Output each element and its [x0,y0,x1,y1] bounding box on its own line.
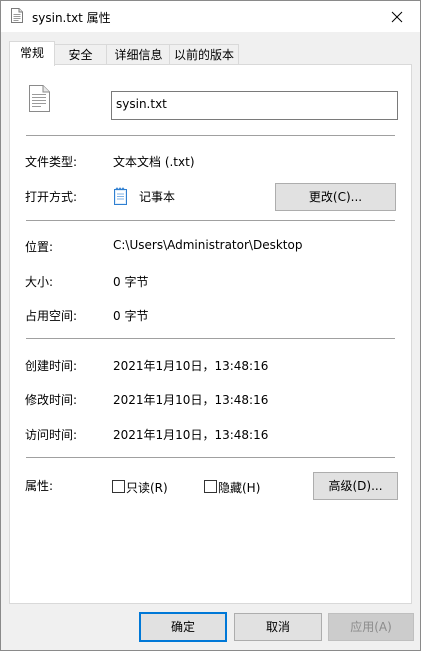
file-name-value: sysin.txt [116,97,167,111]
separator [26,135,395,136]
created-label: 创建时间: [25,359,78,373]
accessed-value: 2021年1月10日，13:48:16 [113,428,269,442]
title-bar[interactable]: sysin.txt 属性 [1,1,420,32]
attributes-label: 属性: [25,479,54,493]
separator [26,457,395,458]
accessed-label: 访问时间: [25,428,78,442]
size-on-disk-label: 占用空间: [25,309,78,323]
readonly-checkbox[interactable] [112,480,125,493]
ok-button[interactable]: 确定 [139,612,227,642]
hidden-checkbox[interactable] [204,480,217,493]
size-on-disk-value: 0 字节 [113,309,149,323]
file-type-label: 文件类型: [25,155,78,169]
location-value: C:\Users\Administrator\Desktop [113,238,303,252]
file-name-input[interactable]: sysin.txt [111,91,398,120]
created-value: 2021年1月10日，13:48:16 [113,359,269,373]
tab-security[interactable]: 安全 [53,44,108,65]
apply-button[interactable]: 应用(A) [328,613,414,641]
general-tab-panel: sysin.txt 文件类型: 文本文档 (.txt) 打开方式: 记事本 更改… [9,64,412,604]
location-label: 位置: [25,240,54,254]
text-file-icon [29,85,50,112]
size-label: 大小: [25,275,54,289]
tab-general[interactable]: 常规 [9,41,55,66]
properties-window: sysin.txt 属性 常规 安全 详细信息 以前的版本 sysin.txt [0,0,421,651]
size-value: 0 字节 [113,275,149,289]
text-file-icon [11,8,23,23]
notepad-icon [114,187,127,205]
separator [26,338,395,339]
close-button[interactable] [374,1,420,32]
tab-previous-versions[interactable]: 以前的版本 [169,44,239,65]
readonly-label[interactable]: 只读(R) [126,479,168,496]
hidden-label[interactable]: 隐藏(H) [218,479,260,496]
modified-label: 修改时间: [25,393,78,407]
open-with-label: 打开方式: [25,190,78,204]
separator [26,220,395,221]
window-title: sysin.txt 属性 [32,11,111,25]
change-button[interactable]: 更改(C)... [275,183,396,211]
tab-details[interactable]: 详细信息 [106,44,171,65]
open-with-app: 记事本 [139,190,176,204]
cancel-button[interactable]: 取消 [234,613,322,641]
close-icon [391,11,403,22]
file-type-value: 文本文档 (.txt) [113,155,195,169]
advanced-button[interactable]: 高级(D)... [313,472,398,500]
modified-value: 2021年1月10日，13:48:16 [113,393,269,407]
